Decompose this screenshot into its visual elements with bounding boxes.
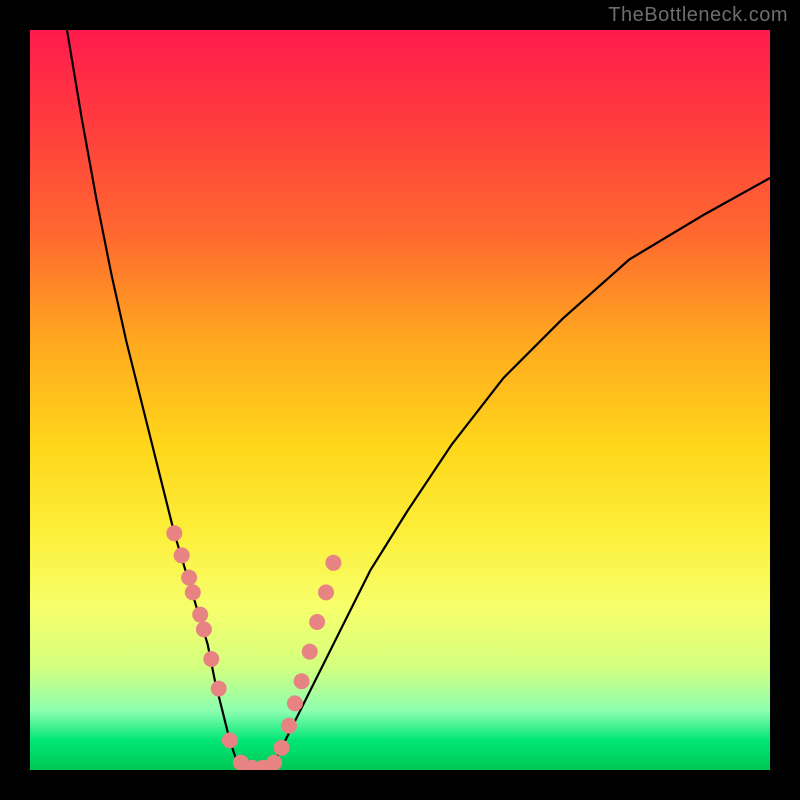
highlight-dot [211,681,227,697]
highlight-dot [185,584,201,600]
curve-svg [30,30,770,770]
highlight-dot [294,673,310,689]
highlight-dot [281,718,297,734]
highlight-dot [318,584,334,600]
highlight-dot [309,614,325,630]
highlight-dot [166,525,182,541]
bottleneck-curve [67,30,770,769]
highlight-dot [196,621,212,637]
highlight-dot [274,740,290,756]
highlight-dot [222,732,238,748]
highlight-dot [181,570,197,586]
highlight-dot [203,651,219,667]
highlight-dot [287,695,303,711]
chart-container: TheBottleneck.com [0,0,800,800]
highlight-dot [266,755,282,770]
highlight-dot [302,644,318,660]
highlight-dot [174,547,190,563]
watermark-text: TheBottleneck.com [608,4,788,27]
highlight-dots-group [166,525,341,770]
highlight-dot [192,607,208,623]
highlight-dot [325,555,341,571]
plot-area [30,30,770,770]
